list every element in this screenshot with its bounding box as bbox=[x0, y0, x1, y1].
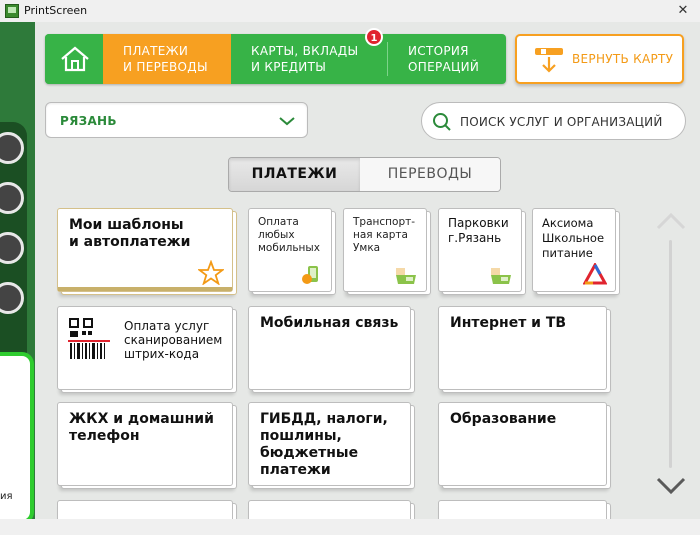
qr-barcode-icon bbox=[68, 318, 110, 359]
tile-parking[interactable]: Парковки г.Рязань bbox=[438, 208, 522, 292]
side-panel-label: ия bbox=[0, 491, 13, 502]
basket-icon bbox=[396, 268, 416, 284]
tile-axioma[interactable]: Аксиома Школьное питание bbox=[532, 208, 616, 292]
star-icon bbox=[198, 260, 224, 285]
tile-templates-bar bbox=[58, 287, 232, 291]
tile-barcode[interactable]: Оплата услуг сканированием штрих-кода bbox=[57, 306, 233, 390]
app-icon bbox=[5, 4, 19, 18]
tile-templates-label: Мои шаблоны и автоплатежи bbox=[69, 217, 191, 250]
services-grid: Мои шаблоны и автоплатежи Оплата любых м… bbox=[35, 22, 700, 519]
tile-partial[interactable] bbox=[438, 500, 607, 519]
tile-mobile-label: Мобильная связь bbox=[260, 315, 399, 331]
window-title: PrintScreen bbox=[24, 4, 88, 17]
tile-mobile[interactable]: Мобильная связь bbox=[248, 306, 411, 390]
basket-icon bbox=[491, 268, 511, 284]
phone-coin-icon bbox=[302, 266, 318, 284]
tile-gibdd[interactable]: ГИБДД, налоги, пошлины, бюджетные платеж… bbox=[248, 402, 411, 486]
main-content: ПЛАТЕЖИ И ПЕРЕВОДЫ КАРТЫ, ВКЛАДЫ И КРЕДИ… bbox=[35, 22, 700, 519]
tile-education-label: Образование bbox=[450, 411, 557, 427]
tile-education[interactable]: Образование bbox=[438, 402, 607, 486]
tile-parking-label: Парковки г.Рязань bbox=[448, 216, 509, 245]
side-panel[interactable]: ия bbox=[0, 352, 34, 524]
tile-transport[interactable]: Транспорт- ная карта Умка bbox=[343, 208, 427, 292]
tile-mobile-any[interactable]: Оплата любых мобильных bbox=[248, 208, 332, 292]
tile-mobile-any-label: Оплата любых мобильных bbox=[258, 216, 320, 254]
scroll-up-icon[interactable] bbox=[656, 212, 686, 230]
tile-barcode-label: Оплата услуг сканированием штрих-кода bbox=[124, 319, 223, 361]
close-button[interactable]: ✕ bbox=[674, 2, 692, 20]
tile-axioma-label: Аксиома Школьное питание bbox=[542, 216, 605, 260]
scroll-down-icon[interactable] bbox=[656, 477, 686, 495]
tile-internet-label: Интернет и ТВ bbox=[450, 315, 567, 331]
scrollbar-track[interactable] bbox=[669, 240, 672, 468]
tile-gibdd-label: ГИБДД, налоги, пошлины, бюджетные платеж… bbox=[260, 411, 388, 478]
axioma-logo-icon bbox=[583, 263, 607, 285]
bottom-bar bbox=[0, 519, 700, 535]
tile-housing-label: ЖКХ и домашний телефон bbox=[69, 411, 214, 444]
tile-partial[interactable] bbox=[248, 500, 411, 519]
tile-transport-label: Транспорт- ная карта Умка bbox=[353, 216, 416, 254]
left-frame: ия bbox=[0, 22, 35, 524]
tile-templates[interactable]: Мои шаблоны и автоплатежи bbox=[57, 208, 233, 292]
tile-housing[interactable]: ЖКХ и домашний телефон bbox=[57, 402, 233, 486]
tile-internet[interactable]: Интернет и ТВ bbox=[438, 306, 607, 390]
tile-partial[interactable] bbox=[57, 500, 233, 519]
window-titlebar: PrintScreen ✕ bbox=[0, 0, 700, 23]
